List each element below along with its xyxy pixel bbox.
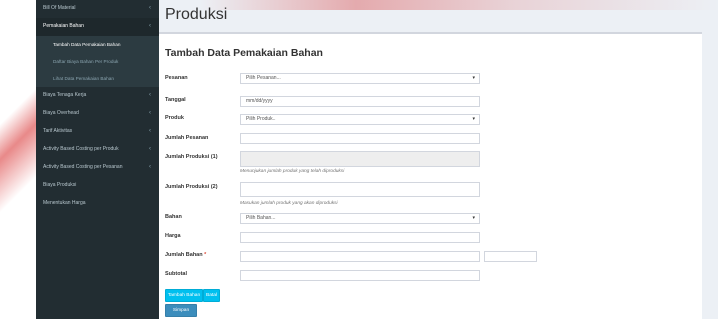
chevron-left-icon: ‹ xyxy=(149,92,151,98)
sidebar-item-label: Menentukan Harga xyxy=(43,200,86,206)
sidebar-item-label: Activity Based Costing per Pesanan xyxy=(43,164,123,170)
subtotal-input[interactable] xyxy=(240,270,480,281)
sidebar-subitem-tambah-data-pemakaian-bahan[interactable]: Tambah Data Pemakaian Bahan xyxy=(36,36,159,53)
jumlah-produksi-2-input[interactable] xyxy=(240,182,480,197)
simpan-button[interactable]: Simpan xyxy=(165,304,197,317)
sidebar-item-menentukan-harga[interactable]: Menentukan Harga xyxy=(36,195,159,213)
chevron-left-icon: ‹ xyxy=(149,164,151,170)
pesanan-select[interactable]: Pilih Pesanan... ▾ xyxy=(240,73,480,84)
chevron-down-icon: ▾ xyxy=(472,116,475,122)
jumlah-bahan-unit-input[interactable] xyxy=(484,251,537,262)
sidebar-item-label: Biaya Produksi xyxy=(43,182,77,188)
sidebar-item-bill-of-material[interactable]: Bill Of Material ‹ xyxy=(36,0,159,18)
jumlah-produksi-2-help: Masukan jumlah produk yang akan diproduk… xyxy=(240,201,338,206)
harga-label: Harga xyxy=(165,233,181,239)
sidebar-item-label: Biaya Tenaga Kerja xyxy=(43,92,87,98)
sidebar: Bill Of Material ‹ Pemakaian Bahan ‹ Tam… xyxy=(36,0,159,319)
form-title: Tambah Data Pemakaian Bahan xyxy=(165,47,323,59)
produk-select-value: Pilih Produk.. xyxy=(246,116,276,122)
tambah-bahan-button[interactable]: Tambah Bahan xyxy=(165,289,203,302)
sidebar-item-label: Bill Of Material xyxy=(43,5,76,11)
sidebar-item-tarif-aktivitas[interactable]: Tarif Aktivitas ‹ xyxy=(36,123,159,141)
pesanan-label: Pesanan xyxy=(165,75,188,81)
decorative-top-stripe xyxy=(200,0,718,10)
sidebar-item-pemakaian-bahan[interactable]: Pemakaian Bahan ‹ xyxy=(36,18,159,36)
jumlah-pesanan-input[interactable] xyxy=(240,133,480,144)
pesanan-select-value: Pilih Pesanan... xyxy=(246,75,281,81)
batal-button[interactable]: Batal xyxy=(203,289,220,302)
sidebar-item-label: Biaya Overhead xyxy=(43,110,79,116)
tanggal-date-value: mm/dd/yyyy xyxy=(246,98,273,104)
sidebar-subitem-label: Lihat Data Pemakaian Bahan xyxy=(53,76,114,81)
sidebar-subitem-daftar-biaya-bahan[interactable]: Daftar Biaya Bahan Per Produk xyxy=(36,53,159,70)
page-title: Produksi xyxy=(165,6,228,23)
sidebar-item-label: Tarif Aktivitas xyxy=(43,128,73,134)
subtotal-label: Subtotal xyxy=(165,271,187,277)
jumlah-bahan-label-text: Jumlah Bahan xyxy=(165,252,203,258)
sidebar-subitem-label: Daftar Biaya Bahan Per Produk xyxy=(53,59,119,64)
sidebar-item-abc-per-produk[interactable]: Activity Based Costing per Produk ‹ xyxy=(36,141,159,159)
jumlah-produksi-2-label: Jumlah Produksi (2) xyxy=(165,184,218,190)
chevron-left-icon: ‹ xyxy=(149,23,151,29)
sidebar-item-biaya-overhead[interactable]: Biaya Overhead ‹ xyxy=(36,105,159,123)
chevron-down-icon: ▾ xyxy=(472,75,475,81)
chevron-left-icon: ‹ xyxy=(149,146,151,152)
sidebar-item-abc-per-pesanan[interactable]: Activity Based Costing per Pesanan ‹ xyxy=(36,159,159,177)
tanggal-date-input[interactable]: mm/dd/yyyy xyxy=(240,96,480,107)
jumlah-produksi-1-help: Menunjukan jumlah produk yang telah dipr… xyxy=(240,169,345,174)
sidebar-item-label: Activity Based Costing per Produk xyxy=(43,146,119,152)
jumlah-pesanan-label: Jumlah Pesanan xyxy=(165,135,209,141)
bahan-label: Bahan xyxy=(165,214,182,220)
decorative-stripe xyxy=(0,0,36,319)
required-marker: * xyxy=(204,252,207,258)
jumlah-produksi-1-input xyxy=(240,151,480,167)
bahan-select-value: Pilih Bahan... xyxy=(246,215,276,221)
sidebar-item-biaya-produksi[interactable]: Biaya Produksi xyxy=(36,177,159,195)
tanggal-label: Tanggal xyxy=(165,97,186,103)
sidebar-subitem-label: Tambah Data Pemakaian Bahan xyxy=(53,42,121,47)
jumlah-bahan-input[interactable] xyxy=(240,251,480,262)
chevron-down-icon: ▾ xyxy=(472,215,475,221)
jumlah-bahan-label: Jumlah Bahan * xyxy=(165,252,206,258)
jumlah-produksi-1-label: Jumlah Produksi (1) xyxy=(165,154,218,160)
sidebar-item-label: Pemakaian Bahan xyxy=(43,23,84,29)
sidebar-subitem-lihat-data-pemakaian-bahan[interactable]: Lihat Data Pemakaian Bahan xyxy=(36,70,159,87)
sidebar-item-biaya-tenaga-kerja[interactable]: Biaya Tenaga Kerja ‹ xyxy=(36,87,159,105)
harga-input[interactable] xyxy=(240,232,480,243)
produk-label: Produk xyxy=(165,115,184,121)
chevron-left-icon: ‹ xyxy=(149,5,151,11)
bahan-select[interactable]: Pilih Bahan... ▾ xyxy=(240,213,480,224)
chevron-left-icon: ‹ xyxy=(149,128,151,134)
produk-select[interactable]: Pilih Produk.. ▾ xyxy=(240,114,480,125)
chevron-left-icon: ‹ xyxy=(149,110,151,116)
